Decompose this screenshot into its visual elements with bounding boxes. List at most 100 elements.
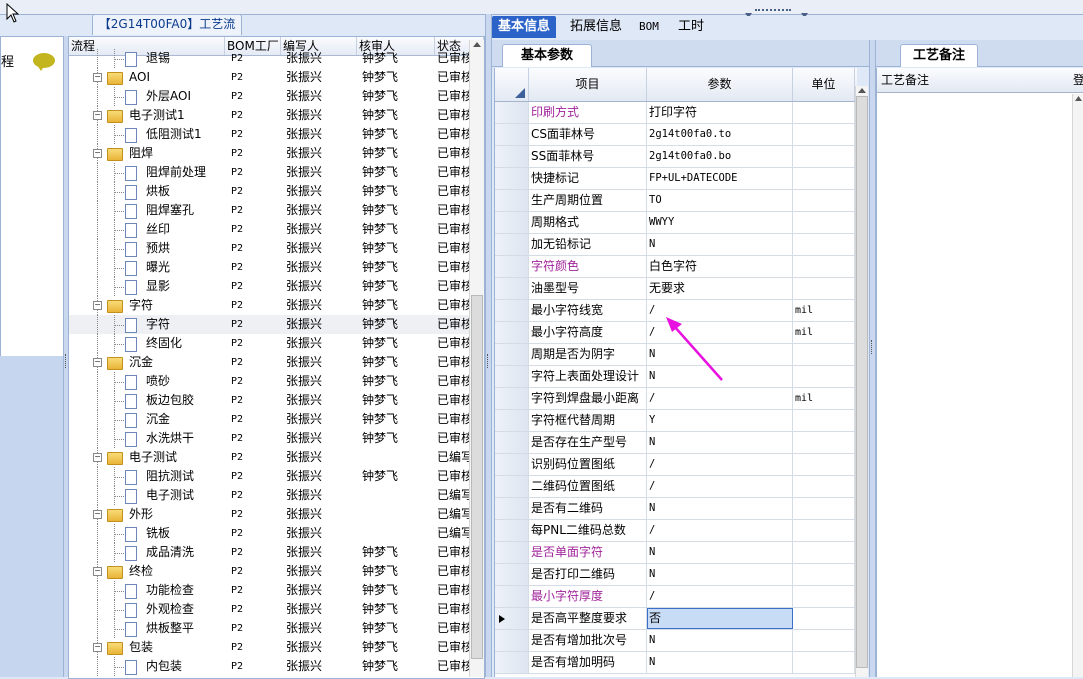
row-header[interactable] (495, 234, 529, 255)
row-header[interactable] (495, 498, 529, 519)
collapse-toggle-icon[interactable]: − (93, 149, 102, 158)
param-value[interactable]: 否 (647, 608, 793, 629)
process-flow-tab[interactable]: 【2G14T00FA0】工艺流程 (92, 14, 242, 50)
row-header[interactable] (495, 454, 529, 475)
row-header[interactable] (495, 256, 529, 277)
param-value[interactable]: / (647, 454, 793, 475)
tree-row[interactable]: − 电子测试1 P2 张振兴 钟梦飞 已审核 (69, 106, 469, 125)
grid-row[interactable]: 字符到焊盘最小距离 / mil (495, 388, 857, 410)
tab-extended-info[interactable]: 拓展信息 (570, 16, 622, 38)
collapse-toggle-icon[interactable]: − (93, 111, 102, 120)
row-header[interactable] (495, 608, 529, 629)
param-value[interactable]: N (647, 234, 793, 255)
collapse-toggle-icon[interactable]: − (93, 358, 102, 367)
right-splitter[interactable] (869, 40, 876, 677)
row-header[interactable] (495, 564, 529, 585)
tree-row[interactable]: 阻焊塞孔 P2 张振兴 钟梦飞 已审核 (69, 201, 469, 220)
tree-row[interactable]: 低阻测试1 P2 张振兴 钟梦飞 已审核 (69, 125, 469, 144)
row-header[interactable] (495, 146, 529, 167)
grid-row[interactable]: 印刷方式 打印字符 (495, 102, 857, 124)
row-header[interactable] (495, 652, 529, 673)
row-header[interactable] (495, 300, 529, 321)
tree-row[interactable]: − 终检 P2 张振兴 钟梦飞 已审核 (69, 562, 469, 581)
grid-row[interactable]: 快捷标记 FP+UL+DATECODE (495, 168, 857, 190)
grid-row[interactable]: 生产周期位置 TO (495, 190, 857, 212)
tree-row[interactable]: 成品清洗 P2 张振兴 钟梦飞 已审核 (69, 543, 469, 562)
param-value[interactable]: N (647, 652, 793, 673)
tree-row[interactable]: 电子测试 P2 张振兴 已编写 (69, 486, 469, 505)
tree-row[interactable]: 曝光 P2 张振兴 钟梦飞 已审核 (69, 258, 469, 277)
param-value[interactable]: / (647, 520, 793, 541)
grid-row[interactable]: 是否高平整度要求否 (495, 608, 857, 630)
tree-row[interactable]: − 字符 P2 张振兴 钟梦飞 已审核 (69, 296, 469, 315)
col-truncated[interactable]: 登 (1073, 68, 1083, 92)
collapse-arrow-icon[interactable] (745, 7, 752, 18)
tree-scroll-thumb[interactable] (471, 295, 483, 659)
row-header[interactable] (495, 432, 529, 453)
scroll-up-icon[interactable] (473, 42, 481, 47)
collapse-toggle-icon[interactable]: − (93, 453, 102, 462)
grid-row[interactable]: 是否单面字符 N (495, 542, 857, 564)
collapse-toggle-icon[interactable]: − (93, 73, 102, 82)
row-header[interactable] (495, 168, 529, 189)
tree-row[interactable]: 显影 P2 张振兴 钟梦飞 已审核 (69, 277, 469, 296)
param-value[interactable]: N (647, 630, 793, 651)
row-header[interactable] (495, 520, 529, 541)
grid-row[interactable]: 识别码位置图纸 / (495, 454, 857, 476)
param-value[interactable]: N (647, 564, 793, 585)
tree-row[interactable]: − 电子测试 P2 张振兴 已编写 (69, 448, 469, 467)
collapse-toggle-icon[interactable]: − (93, 510, 102, 519)
grid-row[interactable]: 是否打印二维码 N (495, 564, 857, 586)
tree-row[interactable]: − AOI P2 张振兴 钟梦飞 已审核 (69, 68, 469, 87)
row-header[interactable] (495, 542, 529, 563)
param-value[interactable]: 打印字符 (647, 102, 793, 123)
row-header[interactable] (495, 278, 529, 299)
tab-process-notes[interactable]: 工艺备注 (900, 44, 978, 67)
param-value[interactable]: FP+UL+DATECODE (647, 168, 793, 189)
chat-bubble-icon[interactable] (33, 53, 55, 71)
grid-row[interactable]: 是否存在生产型号 N (495, 432, 857, 454)
grid-row[interactable]: 每PNL二维码总数 / (495, 520, 857, 542)
grid-row[interactable]: 是否有增加批次号 N (495, 630, 857, 652)
grid-scroll-thumb[interactable] (856, 96, 868, 668)
row-header[interactable] (495, 190, 529, 211)
tree-row[interactable]: − 外形 P2 张振兴 已编写 (69, 505, 469, 524)
param-value[interactable]: N (647, 542, 793, 563)
collapse-toggle-icon[interactable]: − (93, 301, 102, 310)
middle-splitter[interactable] (485, 14, 492, 677)
grid-row[interactable]: SS面菲林号 2g14t00fa0.bo (495, 146, 857, 168)
tree-row[interactable]: 板边包胶 P2 张振兴 钟梦飞 已审核 (69, 391, 469, 410)
grid-row[interactable]: 加无铅标记 N (495, 234, 857, 256)
row-header[interactable] (495, 630, 529, 651)
row-header[interactable] (495, 366, 529, 387)
col-unit[interactable]: 单位 (793, 68, 855, 101)
tree-row[interactable]: 外观检查 P2 张振兴 钟梦飞 已审核 (69, 600, 469, 619)
param-value[interactable]: N (647, 498, 793, 519)
param-value[interactable]: 无要求 (647, 278, 793, 299)
grid-row[interactable]: 字符框代替周期 Y (495, 410, 857, 432)
tab-bom[interactable]: BOM (639, 16, 659, 38)
row-header[interactable] (495, 410, 529, 431)
collapse-toggle-icon[interactable]: − (93, 643, 102, 652)
grid-row[interactable]: 是否有二维码 N (495, 498, 857, 520)
param-value[interactable]: Y (647, 410, 793, 431)
tree-row[interactable]: − 包装 P2 张振兴 钟梦飞 已审核 (69, 638, 469, 657)
row-header[interactable] (495, 124, 529, 145)
expand-arrow-icon[interactable] (801, 7, 808, 18)
grid-row[interactable]: CS面菲林号 2g14t00fa0.to (495, 124, 857, 146)
row-header[interactable] (495, 322, 529, 343)
tree-row[interactable]: 退锡 P2 张振兴 钟梦飞 已审核 (69, 49, 469, 68)
tree-row[interactable]: − 阻焊 P2 张振兴 钟梦飞 已审核 (69, 144, 469, 163)
param-value[interactable]: / (647, 586, 793, 607)
tree-row[interactable]: − 沉金 P2 张振兴 钟梦飞 已审核 (69, 353, 469, 372)
tree-row[interactable]: 喷砂 P2 张振兴 钟梦飞 已审核 (69, 372, 469, 391)
param-value[interactable]: / (647, 388, 793, 409)
grid-row[interactable]: 是否有增加明码 N (495, 652, 857, 674)
param-value[interactable]: 2g14t00fa0.to (647, 124, 793, 145)
tree-row[interactable]: 烘板整平 P2 张振兴 钟梦飞 已审核 (69, 619, 469, 638)
row-header[interactable] (495, 212, 529, 233)
grid-row[interactable]: 周期格式 WWYY (495, 212, 857, 234)
grid-row[interactable]: 字符颜色 白色字符 (495, 256, 857, 278)
scroll-up-icon[interactable] (858, 88, 866, 93)
tree-row[interactable]: 功能检查 P2 张振兴 钟梦飞 已审核 (69, 581, 469, 600)
